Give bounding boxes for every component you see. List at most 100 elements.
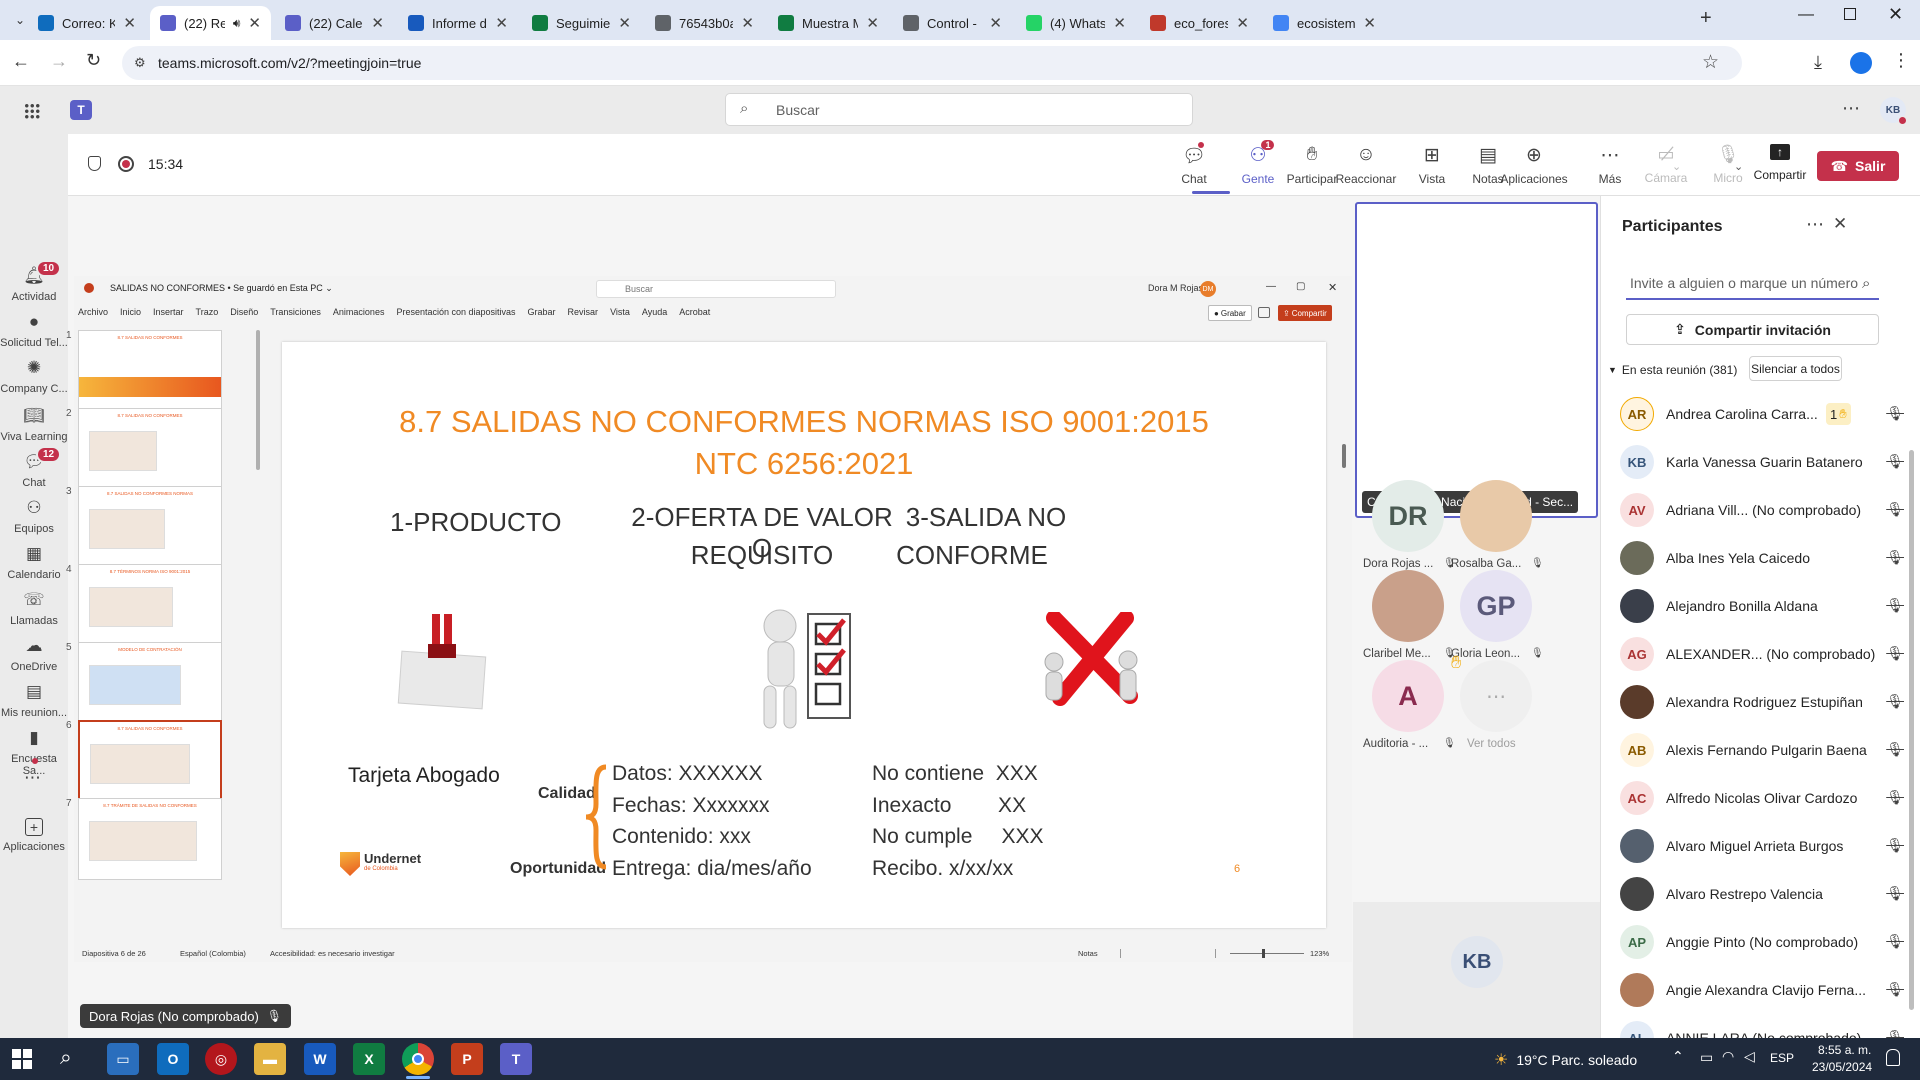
meeting-reaccionar-button[interactable]: ☺ Reaccionar [1334, 144, 1398, 186]
browser-tab[interactable]: eco_forestales ✕ [1140, 6, 1259, 40]
keyboard-language[interactable]: ESP [1770, 1051, 1794, 1065]
ppt-menu-item[interactable]: Insertar [153, 307, 184, 317]
ppt-menu-item[interactable]: Ayuda [642, 307, 667, 317]
taskbar-outlook-icon[interactable]: O [157, 1043, 189, 1075]
ppt-menu-item[interactable]: Transiciones [270, 307, 321, 317]
browser-tab[interactable]: Informe de Rev ✕ [398, 6, 518, 40]
tab-close-icon[interactable]: ✕ [989, 14, 1002, 32]
rail-item-equipos[interactable]: ⚇ Equipos [0, 498, 68, 535]
ppt-menu-item[interactable]: Presentación con diapositivas [396, 307, 515, 317]
in-meeting-section-toggle[interactable]: ▼ En esta reunión (381) [1608, 363, 1737, 377]
ppt-menu-item[interactable]: Revisar [568, 307, 599, 317]
rail-item-solicitud-tel[interactable]: ● Solicitud Tel... [0, 312, 68, 349]
participant-tile[interactable]: A Auditoria - ... 🎙︎ [1363, 660, 1456, 752]
ppt-menu-item[interactable]: Archivo [78, 307, 108, 317]
chrome-menu-icon[interactable]: ⋮ [1892, 50, 1910, 71]
browser-tab[interactable]: (4) WhatsApp ✕ [1016, 6, 1136, 40]
rail-item-calendario[interactable]: ▦ Calendario [0, 544, 68, 581]
invite-input[interactable]: Invite a alguien o marque un número ⌕ [1626, 268, 1879, 300]
ppt-comments-icon[interactable] [1258, 307, 1270, 318]
thumb-scrollbar[interactable] [256, 330, 260, 470]
meeting-aplicaciones-button[interactable]: ⊕ Aplicaciones [1500, 144, 1567, 186]
rail-item-onedrive[interactable]: ☁ OneDrive [0, 636, 68, 673]
tab-close-icon[interactable]: ✕ [741, 14, 754, 32]
ppt-menu-item[interactable]: Vista [610, 307, 630, 317]
meeting-mas-button[interactable]: ⋯ Más [1578, 144, 1642, 186]
volume-icon[interactable]: ◁ [1744, 1048, 1755, 1065]
participant-row[interactable]: AV Adriana Vill... (No comprobado) 🎙︎ [1620, 486, 1910, 534]
ppt-menu-item[interactable]: Trazo [196, 307, 219, 317]
browser-tab[interactable]: ecosistemas ac ✕ [1263, 6, 1386, 40]
view-buttons[interactable] [1120, 949, 1216, 958]
zoom-slider[interactable] [1230, 953, 1304, 954]
mic-options-chevron-icon[interactable]: ⌄ [1734, 160, 1743, 173]
more-options-icon[interactable]: ⋯ [1842, 98, 1860, 119]
main-video-tile[interactable]: Coordinacion Nacional Calidad - Sec... [1355, 202, 1598, 518]
rail-item-aplicaciones[interactable]: + Aplicaciones [0, 818, 68, 853]
ppt-minimize-icon[interactable]: — [1266, 281, 1276, 292]
participant-row[interactable]: AP Anggie Pinto (No comprobado) 🎙︎ [1620, 918, 1910, 966]
wifi-icon[interactable]: ◠ [1722, 1048, 1734, 1065]
rail-item-actividad[interactable]: 🔔︎ 10 Actividad [0, 260, 68, 303]
tab-close-icon[interactable]: ✕ [123, 14, 136, 32]
new-tab-button[interactable]: + [1700, 7, 1712, 30]
restore-button[interactable] [1844, 8, 1856, 20]
share-invitation-button[interactable]: ⇪ Compartir invitación [1626, 314, 1879, 345]
participant-tile[interactable]: GP Gloria Leon... 🎙︎ [1451, 570, 1544, 662]
share-button[interactable]: ↑ Compartir [1750, 144, 1810, 182]
clock-time[interactable]: 8:55 a. m. [1818, 1043, 1871, 1057]
meeting-chat-button[interactable]: 💬︎ Chat [1162, 142, 1226, 186]
tab-close-icon[interactable]: ✕ [371, 14, 384, 32]
browser-tab[interactable]: (22) Calendario ✕ [275, 6, 394, 40]
taskbar-word-icon[interactable]: W [304, 1043, 336, 1075]
browser-tab[interactable]: Control - Plan ✕ [893, 6, 1012, 40]
rail-item-llamadas[interactable]: ☏ Llamadas [0, 590, 68, 627]
participant-row[interactable]: KB Karla Vanessa Guarin Batanero 🎙︎ [1620, 438, 1910, 486]
ppt-menu-item[interactable]: Inicio [120, 307, 141, 317]
rail-item-chat[interactable]: 💬︎ 12 Chat [0, 446, 68, 489]
notes-toggle[interactable]: Notas [1078, 949, 1098, 958]
zoom-slider-thumb[interactable] [1262, 949, 1265, 958]
minimize-button[interactable]: — [1798, 6, 1814, 24]
app-launcher-icon[interactable] [24, 103, 40, 119]
ppt-menu-item[interactable]: Animaciones [333, 307, 385, 317]
taskbar-app-icon[interactable]: ▭ [107, 1043, 139, 1075]
network-icon[interactable]: ▭ [1700, 1049, 1713, 1066]
weather-widget[interactable]: ☀ 19°C Parc. soleado [1494, 1050, 1637, 1070]
slide-thumbnail[interactable]: MODELO DE CONTRATACIÓN [78, 642, 222, 724]
address-bar[interactable]: ⚙ teams.microsoft.com/v2/?meetingjoin=tr… [122, 46, 1742, 80]
notifications-icon[interactable] [1886, 1049, 1900, 1066]
ppt-menu-item[interactable]: Diseño [230, 307, 258, 317]
bookmark-star-icon[interactable]: ☆ [1702, 51, 1719, 74]
browser-tab[interactable]: 76543b0a-779 ✕ [645, 6, 764, 40]
participant-row[interactable]: AC Alfredo Nicolas Olivar Cardozo 🎙︎ [1620, 774, 1910, 822]
ppt-restore-icon[interactable]: ▢ [1296, 281, 1305, 292]
browser-tab[interactable]: Seguimiento_t ✕ [522, 6, 641, 40]
speaker-icon[interactable]: 🔊︎ [233, 16, 241, 31]
accessibility-status[interactable]: Accesibilidad: es necesario investigar [270, 949, 395, 958]
taskbar-search-icon[interactable]: ⌕ [60, 1046, 72, 1070]
slide-thumbnail[interactable]: 8.7 SALIDAS NO CONFORMES NORMAS [78, 486, 222, 568]
taskbar-teams-icon[interactable]: T [500, 1043, 532, 1075]
ppt-record-button[interactable]: ● Grabar [1208, 305, 1252, 321]
participant-row[interactable]: Alba Ines Yela Caicedo 🎙︎ [1620, 534, 1910, 582]
tab-close-icon[interactable]: ✕ [1236, 14, 1249, 32]
panel-close-icon[interactable]: ✕ [1833, 214, 1847, 234]
tab-close-icon[interactable]: ✕ [1363, 14, 1376, 32]
participant-tile[interactable]: Claribel Me... 🎙︎ [1363, 570, 1456, 662]
rail-item-mis-reunion[interactable]: ▤ Mis reunion... [0, 682, 68, 719]
profile-icon[interactable] [1850, 52, 1872, 74]
browser-tab[interactable]: (22) Reunió 🔊︎ ✕ [150, 6, 271, 40]
ppt-menu-item[interactable]: Acrobat [679, 307, 710, 317]
slide-scrollbar[interactable] [1342, 444, 1346, 468]
ppt-menu-item[interactable]: Grabar [528, 307, 556, 317]
slide-thumbnail[interactable]: 8.7 TÉRMINOS NORMA ISO 9001:2015 [78, 564, 222, 646]
site-info-icon[interactable]: ⚙ [134, 55, 146, 71]
taskbar-excel-icon[interactable]: X [353, 1043, 385, 1075]
participant-row[interactable]: Alvaro Miguel Arrieta Burgos 🎙︎ [1620, 822, 1910, 870]
clock-date[interactable]: 23/05/2024 [1812, 1060, 1872, 1074]
back-icon[interactable]: ← [12, 51, 30, 72]
participant-row[interactable]: Angie Alexandra Clavijo Ferna... 🎙︎ [1620, 966, 1910, 1014]
slide-thumbnail[interactable]: 8.7 SALIDAS NO CONFORMES [78, 720, 222, 802]
see-all-tile[interactable]: ✋︎ ⋯ Ver todos [1451, 652, 1541, 752]
